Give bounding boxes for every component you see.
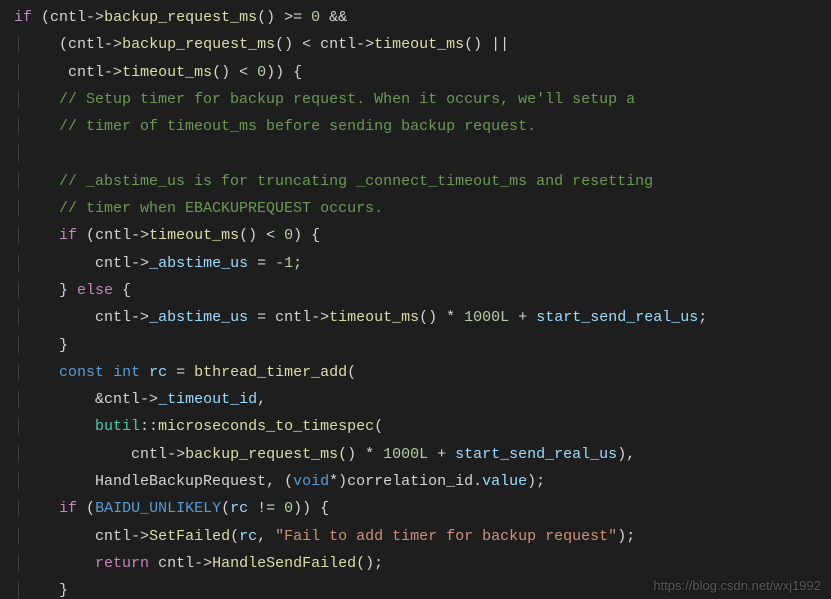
- member-abstime-us: _abstime_us: [149, 255, 248, 272]
- member-timeout-id: _timeout_id: [158, 391, 257, 408]
- namespace-butil: butil: [95, 418, 140, 435]
- member-value: value: [482, 473, 527, 490]
- keyword-return: return: [95, 555, 149, 572]
- fn-bthread-timer-add: bthread_timer_add: [194, 364, 347, 381]
- code-line: │ cntl->backup_request_ms() * 1000L + st…: [14, 446, 635, 463]
- keyword-void: void: [293, 473, 329, 490]
- code-line: │ const int rc = bthread_timer_add(: [14, 364, 356, 381]
- comment: // _abstime_us is for truncating _connec…: [23, 173, 653, 190]
- fn-microseconds-to-timespec: microseconds_to_timespec: [158, 418, 374, 435]
- keyword-if: if: [59, 227, 77, 244]
- code-line: │: [14, 145, 23, 162]
- code-line: │ cntl->timeout_ms() < 0)) {: [14, 64, 302, 81]
- keyword-else: else: [77, 282, 113, 299]
- code-line: │ // Setup timer for backup request. Whe…: [14, 91, 635, 108]
- code-line: │ if (cntl->timeout_ms() < 0) {: [14, 227, 320, 244]
- code-line: │ cntl->_abstime_us = cntl->timeout_ms()…: [14, 309, 707, 326]
- code-line: │ return cntl->HandleSendFailed();: [14, 555, 383, 572]
- code-line: │ // timer when EBACKUPREQUEST occurs.: [14, 200, 383, 217]
- ident-handle-backup-request: HandleBackupRequest: [95, 473, 266, 490]
- var-start-send-real-us: start_send_real_us: [536, 309, 698, 326]
- comment: // Setup timer for backup request. When …: [23, 91, 635, 108]
- fn-set-failed: SetFailed: [149, 528, 230, 545]
- code-line: │ // timer of timeout_ms before sending …: [14, 118, 536, 135]
- keyword-if: if: [14, 9, 32, 26]
- var-rc: rc: [149, 364, 167, 381]
- ident-cntl: cntl: [50, 9, 86, 26]
- code-line: if (cntl->backup_request_ms() >= 0 &&: [14, 9, 347, 26]
- code-line: │ &cntl->_timeout_id,: [14, 391, 266, 408]
- ident-correlation-id: correlation_id: [347, 473, 473, 490]
- code-line: │ HandleBackupRequest, (void*)correlatio…: [14, 473, 545, 490]
- code-line: │ cntl->SetFailed(rc, "Fail to add timer…: [14, 528, 635, 545]
- string-literal: "Fail to add timer for backup request": [275, 528, 617, 545]
- macro-baidu-unlikely: BAIDU_UNLIKELY: [95, 500, 221, 517]
- keyword-const: const: [59, 364, 104, 381]
- keyword-int: int: [113, 364, 140, 381]
- code-editor-content: if (cntl->backup_request_ms() >= 0 && │ …: [0, 0, 831, 599]
- code-line: │ // _abstime_us is for truncating _conn…: [14, 173, 653, 190]
- fn-handle-send-failed: HandleSendFailed: [212, 555, 356, 572]
- code-line: │ }: [14, 582, 68, 599]
- code-line: │ butil::microseconds_to_timespec(: [14, 418, 383, 435]
- code-line: │ if (BAIDU_UNLIKELY(rc != 0)) {: [14, 500, 329, 517]
- code-line: │ } else {: [14, 282, 131, 299]
- fn-backup-request-ms: backup_request_ms: [104, 9, 257, 26]
- code-line: │ (cntl->backup_request_ms() < cntl->tim…: [14, 36, 509, 53]
- comment: // timer of timeout_ms before sending ba…: [23, 118, 536, 135]
- code-line: │ cntl->_abstime_us = -1;: [14, 255, 302, 272]
- comment: // timer when EBACKUPREQUEST occurs.: [23, 200, 383, 217]
- code-line: │ }: [14, 337, 68, 354]
